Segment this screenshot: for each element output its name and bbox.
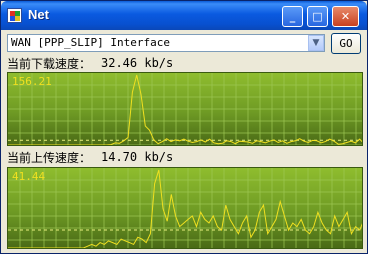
app-icon: [7, 8, 22, 23]
upload-graph-plot: [8, 168, 362, 248]
interface-select-value: WAN [PPP_SLIP] Interface: [11, 36, 170, 49]
download-speed-label: 当前下载速度：: [7, 57, 92, 71]
interface-select[interactable]: WAN [PPP_SLIP] Interface ▼: [7, 34, 325, 52]
go-button[interactable]: GO: [331, 33, 361, 54]
minimize-icon: _: [289, 10, 296, 23]
maximize-button[interactable]: □: [307, 6, 328, 27]
minimize-button[interactable]: _: [282, 6, 303, 27]
maximize-icon: □: [312, 10, 323, 23]
titlebar[interactable]: Net _ □ ✕: [1, 1, 367, 30]
net-window: Net _ □ ✕ WAN [PPP_SLIP] Interface ▼ GO …: [0, 0, 368, 254]
download-max-label: 156.21: [12, 75, 52, 88]
window-title: Net: [28, 7, 49, 22]
download-graph-plot: [8, 73, 362, 145]
upload-max-label: 41.44: [12, 170, 46, 183]
close-button[interactable]: ✕: [332, 6, 359, 27]
download-speed-value: 32.46 kb/s: [101, 56, 174, 70]
speed-series-line: [8, 169, 362, 248]
download-graph: 156.21: [7, 72, 363, 146]
upload-speed-label: 当前上传速度：: [7, 151, 92, 165]
upload-graph: 41.44: [7, 167, 363, 249]
upload-speed-value: 14.70 kb/s: [101, 150, 174, 164]
chevron-down-icon[interactable]: ▼: [308, 35, 324, 51]
close-icon: ✕: [340, 10, 351, 23]
